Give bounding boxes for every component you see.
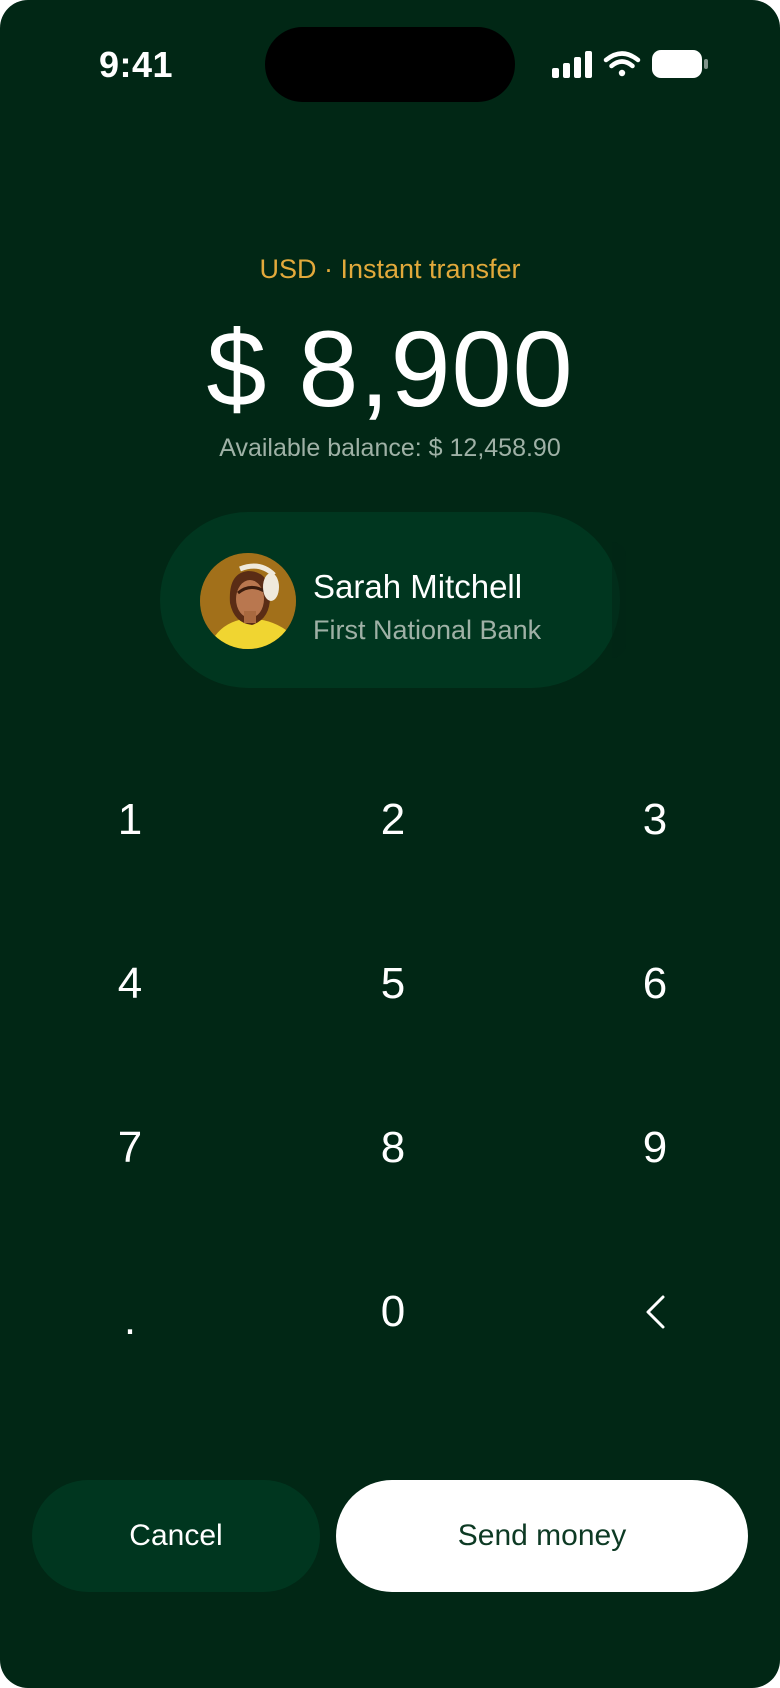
key-3[interactable]: 3 (565, 760, 745, 880)
key-8[interactable]: 8 (303, 1088, 483, 1208)
transfer-amount: $ 8,900 (206, 308, 574, 429)
status-icons-svg (552, 50, 708, 78)
key-decimal-label: . (123, 1295, 137, 1344)
avatar-photo (200, 553, 296, 649)
available-balance: Available balance: $ 12,458.90 (219, 434, 561, 462)
status-time: 9:41 (99, 44, 174, 85)
key-0[interactable]: 0 (303, 1252, 483, 1372)
recipient-name: Sarah Mitchell (313, 568, 523, 605)
key-6[interactable]: 6 (565, 924, 745, 1044)
transfer-screen: 9:41 USD · Instant transfer $ 8,900 Avai… (0, 0, 780, 1688)
key-2[interactable]: 2 (303, 760, 483, 880)
wifi-icon (603, 51, 641, 77)
key-5[interactable]: 5 (303, 924, 483, 1044)
key-9[interactable]: 9 (565, 1088, 745, 1208)
dynamic-island (265, 27, 515, 102)
key-1[interactable]: 1 (40, 760, 220, 880)
cancel-button[interactable]: Cancel (32, 1480, 320, 1592)
transfer-meta: USD · Instant transfer (259, 254, 521, 284)
key-decimal[interactable]: . (40, 1252, 220, 1372)
send-money-button[interactable]: Send money (336, 1480, 748, 1592)
chevron-left-icon (646, 1295, 665, 1329)
recipient-bank: First National Bank (313, 615, 542, 645)
cellular-signal-icon (552, 51, 592, 78)
card-edge (612, 542, 626, 658)
backspace-key[interactable] (565, 1252, 745, 1372)
battery-icon (652, 50, 708, 78)
key-4[interactable]: 4 (40, 924, 220, 1044)
status-icons (550, 48, 710, 80)
recipient-card[interactable]: Sarah Mitchell First National Bank (160, 512, 626, 688)
avatar (200, 553, 296, 649)
key-7[interactable]: 7 (40, 1088, 220, 1208)
keypad: 1 2 3 4 5 6 7 8 9 . 0 (0, 760, 780, 1416)
